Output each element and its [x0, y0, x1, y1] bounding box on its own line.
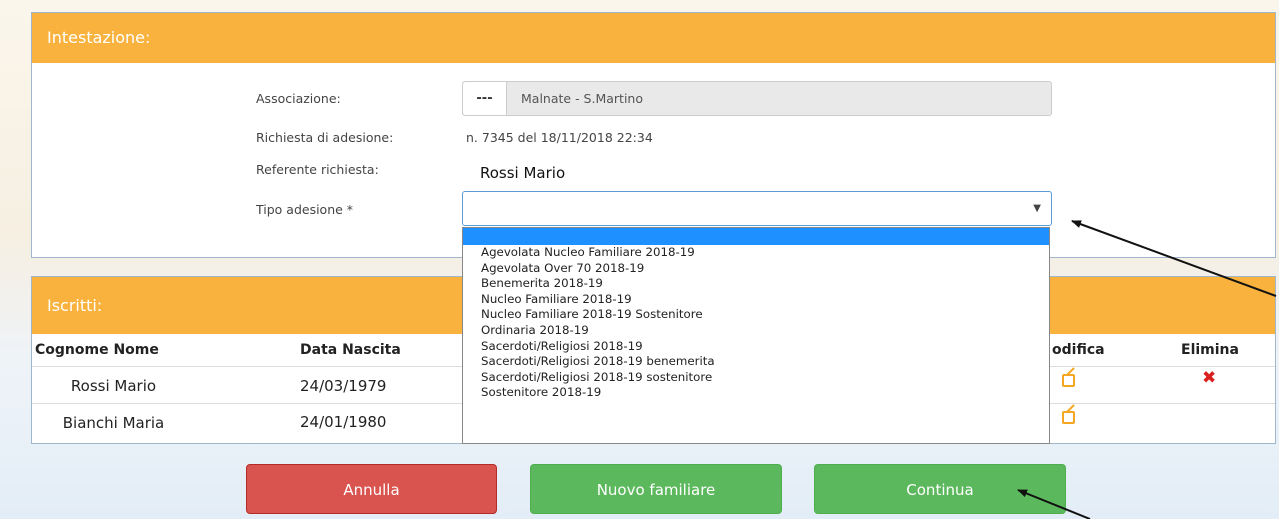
- annotation-arrows: [1017, 220, 1277, 519]
- annotation-arrow: [1017, 489, 1091, 519]
- annotation-arrow: [1071, 220, 1277, 297]
